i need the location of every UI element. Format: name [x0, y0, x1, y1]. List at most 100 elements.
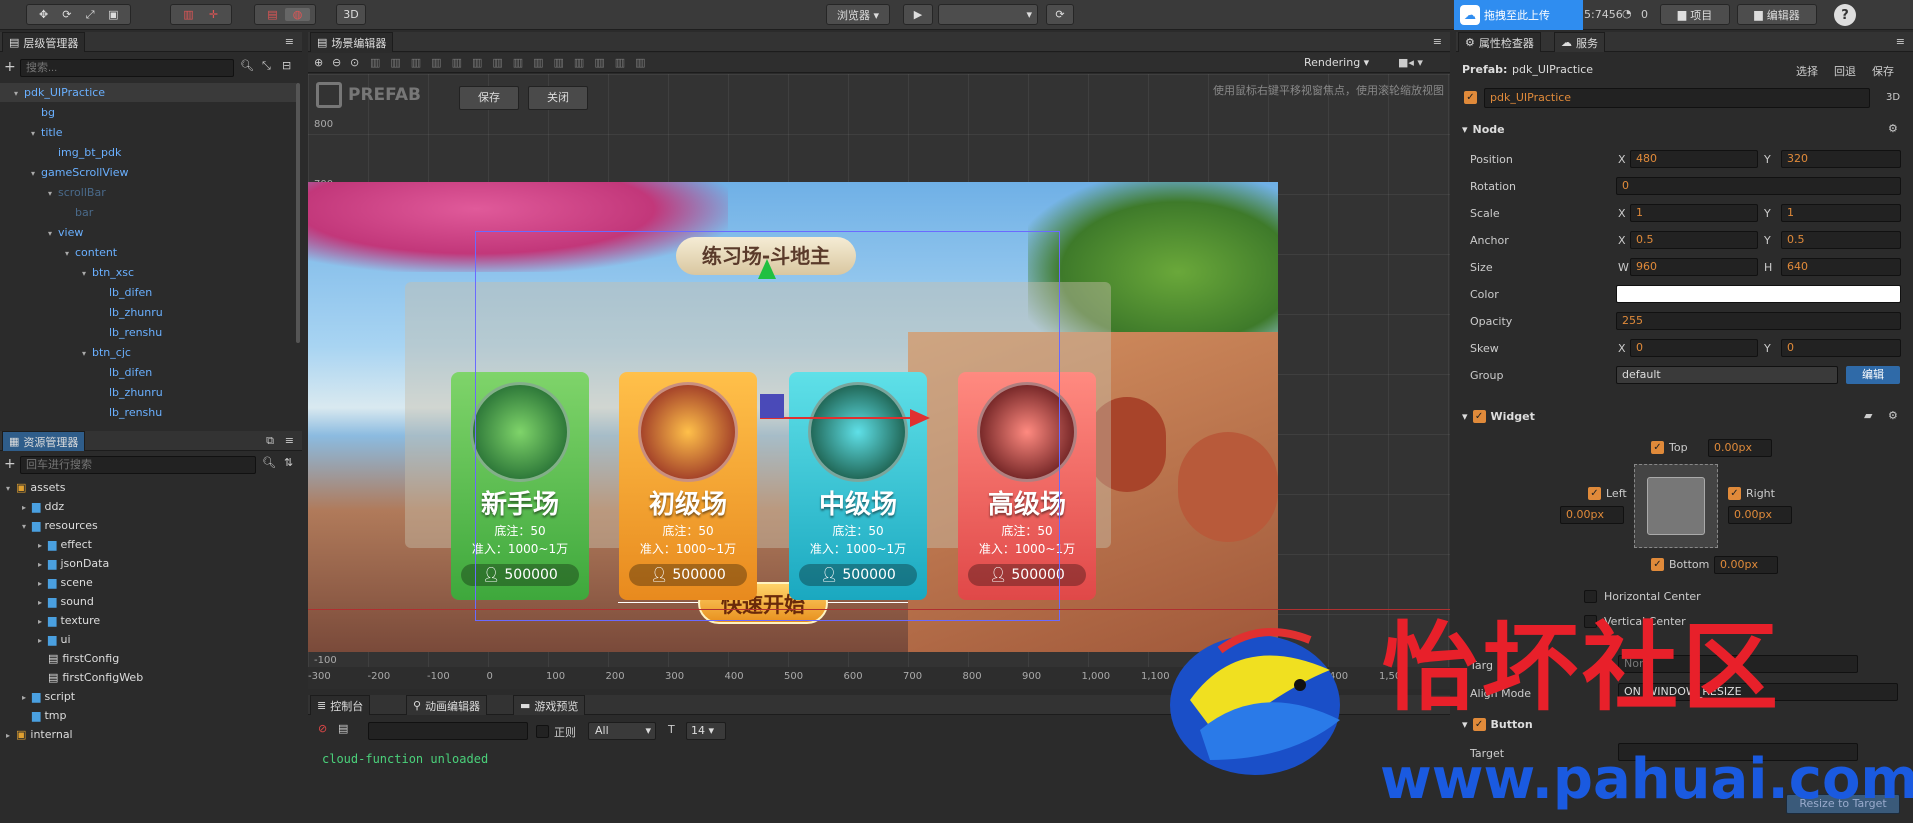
bottom-checkbox[interactable]: ✓	[1651, 558, 1664, 571]
expand-toggle-icon[interactable]: ▾	[65, 244, 75, 263]
expand-toggle-icon[interactable]: ▸	[38, 555, 48, 574]
local-icon[interactable]: ✛	[201, 8, 226, 21]
hierarchy-node[interactable]: bg	[0, 103, 296, 122]
log-level-select[interactable]: All ▾	[588, 722, 656, 740]
rotate-tool-icon[interactable]: ⟳	[55, 8, 78, 21]
expand-toggle-icon[interactable]: ▾	[31, 124, 41, 143]
console-filter-input[interactable]	[368, 722, 528, 740]
asset-item[interactable]: ▸ ▆ effect	[0, 535, 300, 554]
asset-item[interactable]: ▤ firstConfig	[0, 649, 300, 668]
hierarchy-node[interactable]: lb_zhunru	[0, 383, 296, 402]
anchor-x-input[interactable]: 0.5	[1630, 231, 1758, 249]
color-swatch[interactable]	[1616, 285, 1901, 303]
tab-console[interactable]: ≣ 控制台	[310, 695, 371, 715]
rect-tool-icon[interactable]: ▣	[102, 8, 125, 21]
menu-icon[interactable]: ≡	[285, 35, 294, 48]
assets-search-input[interactable]	[20, 456, 256, 474]
expand-toggle-icon[interactable]: ▸	[38, 574, 48, 593]
play-button[interactable]: ▶	[903, 4, 933, 25]
widget-enabled-checkbox[interactable]: ✓	[1472, 409, 1486, 423]
hierarchy-node[interactable]: lb_zhunru	[0, 303, 296, 322]
add-asset-icon[interactable]: +	[4, 456, 16, 472]
editor-button[interactable]: ▆ 编辑器	[1737, 4, 1817, 25]
left-checkbox[interactable]: ✓	[1588, 487, 1601, 500]
asset-item[interactable]: ▸ ▆ texture	[0, 611, 300, 630]
gizmo-y-arrow[interactable]	[758, 259, 776, 279]
popout-icon[interactable]: ⧉	[266, 434, 274, 448]
skew-x-input[interactable]: 0	[1630, 339, 1758, 357]
menu-icon[interactable]: ≡	[1896, 35, 1905, 48]
tab-preview[interactable]: ▬ 游戏预览	[513, 695, 586, 715]
prefab-revert-button[interactable]: 回退	[1834, 63, 1856, 79]
prefab-save-button[interactable]: 保存	[1872, 63, 1894, 79]
expand-toggle-icon[interactable]: ▾	[82, 264, 92, 283]
left-input[interactable]: 0.00px	[1560, 506, 1624, 524]
expand-toggle-icon[interactable]: ▾	[6, 479, 16, 498]
hierarchy-node[interactable]: ▾ pdk_UIPractice	[0, 83, 296, 102]
top-checkbox[interactable]: ✓	[1651, 441, 1664, 454]
book-icon[interactable]: ▰	[1864, 409, 1872, 422]
hierarchy-node[interactable]: ▾ scrollBar	[0, 183, 296, 202]
expand-toggle-icon[interactable]: ▾	[14, 84, 24, 103]
asset-item[interactable]: ▸ ▣ internal	[0, 725, 300, 744]
expand-toggle-icon[interactable]: ▸	[22, 498, 32, 517]
position-y-input[interactable]: 320	[1781, 150, 1901, 168]
group-select[interactable]: default	[1616, 366, 1838, 384]
tab-inspector[interactable]: ⚙ 属性检查器	[1458, 32, 1541, 52]
skew-y-input[interactable]: 0	[1781, 339, 1901, 357]
anchor-y-input[interactable]: 0.5	[1781, 231, 1901, 249]
node-section-header[interactable]: ▾ Node	[1456, 118, 1869, 140]
upload-button[interactable]: ☁ 拖拽至此上传	[1454, 0, 1583, 30]
asset-item[interactable]: ▸ ▆ ui	[0, 630, 300, 649]
rendering-select[interactable]: Rendering ▾	[1304, 56, 1369, 69]
zoom-out-icon[interactable]: ⊖	[332, 56, 341, 69]
size-h-input[interactable]: 640	[1781, 258, 1901, 276]
pivot-icon[interactable]: ▥	[176, 8, 201, 21]
regex-checkbox[interactable]	[536, 725, 549, 738]
hierarchy-node[interactable]: lb_renshu	[0, 403, 296, 422]
expand-toggle-icon[interactable]: ▸	[6, 726, 16, 745]
size-w-input[interactable]: 960	[1630, 258, 1758, 276]
browser-select[interactable]: 浏览器 ▾	[826, 4, 890, 25]
group-edit-button[interactable]: 编辑	[1846, 366, 1900, 384]
asset-item[interactable]: ▸ ▆ jsonData	[0, 554, 300, 573]
asset-item[interactable]: ▸ ▆ ddz	[0, 497, 300, 516]
gear-icon[interactable]: ⚙	[1888, 409, 1898, 422]
node-name-input[interactable]: pdk_UIPractice	[1484, 88, 1870, 108]
prefab-save-button[interactable]: 保存	[459, 86, 519, 110]
hierarchy-scrollbar[interactable]	[296, 83, 300, 343]
bottom-input[interactable]: 0.00px	[1714, 556, 1778, 574]
asset-item[interactable]: ▸ ▆ script	[0, 687, 300, 706]
node-active-checkbox[interactable]: ✓	[1464, 91, 1477, 104]
grid-icon[interactable]: ◍	[285, 8, 310, 21]
hierarchy-node[interactable]: ▾ view	[0, 223, 296, 242]
hierarchy-node[interactable]: ▾ gameScrollView	[0, 163, 296, 182]
scale-tool-icon[interactable]: ⤢	[79, 8, 102, 22]
hierarchy-node[interactable]: ▾ title	[0, 123, 296, 142]
expand-toggle-icon[interactable]: ▾	[48, 184, 58, 203]
gear-icon[interactable]: ⚙	[1888, 122, 1898, 135]
prefab-close-button[interactable]: 关闭	[528, 86, 588, 110]
move-tool-icon[interactable]: ✥	[32, 8, 55, 21]
scale-x-input[interactable]: 1	[1630, 204, 1758, 222]
hierarchy-node[interactable]: ▾ content	[0, 243, 296, 262]
help-icon[interactable]: ?	[1834, 4, 1856, 26]
menu-icon[interactable]: ≡	[285, 434, 294, 447]
hierarchy-node[interactable]: lb_renshu	[0, 323, 296, 342]
three-d-button[interactable]: 3D	[336, 4, 366, 25]
collapse-icon[interactable]: ⊟	[282, 59, 291, 72]
zoom-reset-icon[interactable]: ⊙	[350, 56, 359, 69]
gizmo-x-arrow[interactable]	[910, 409, 930, 427]
expand-toggle-icon[interactable]: ▾	[48, 224, 58, 243]
expand-toggle-icon[interactable]: ▸	[38, 631, 48, 650]
search-icon[interactable]: 🔍︎	[262, 456, 276, 469]
right-input[interactable]: 0.00px	[1728, 506, 1792, 524]
asset-item[interactable]: ▸ ▆ sound	[0, 592, 300, 611]
sort-icon[interactable]: ⇅	[284, 456, 293, 469]
add-node-icon[interactable]: +	[4, 59, 16, 75]
expand-toggle-icon[interactable]: ▾	[31, 164, 41, 183]
zoom-in-icon[interactable]: ⊕	[314, 56, 323, 69]
hierarchy-node[interactable]: bar	[0, 203, 296, 222]
widget-section-header[interactable]: ▾ ✓ Widget	[1456, 405, 1869, 427]
camera-icon[interactable]: ■◂ ▾	[1398, 56, 1423, 69]
